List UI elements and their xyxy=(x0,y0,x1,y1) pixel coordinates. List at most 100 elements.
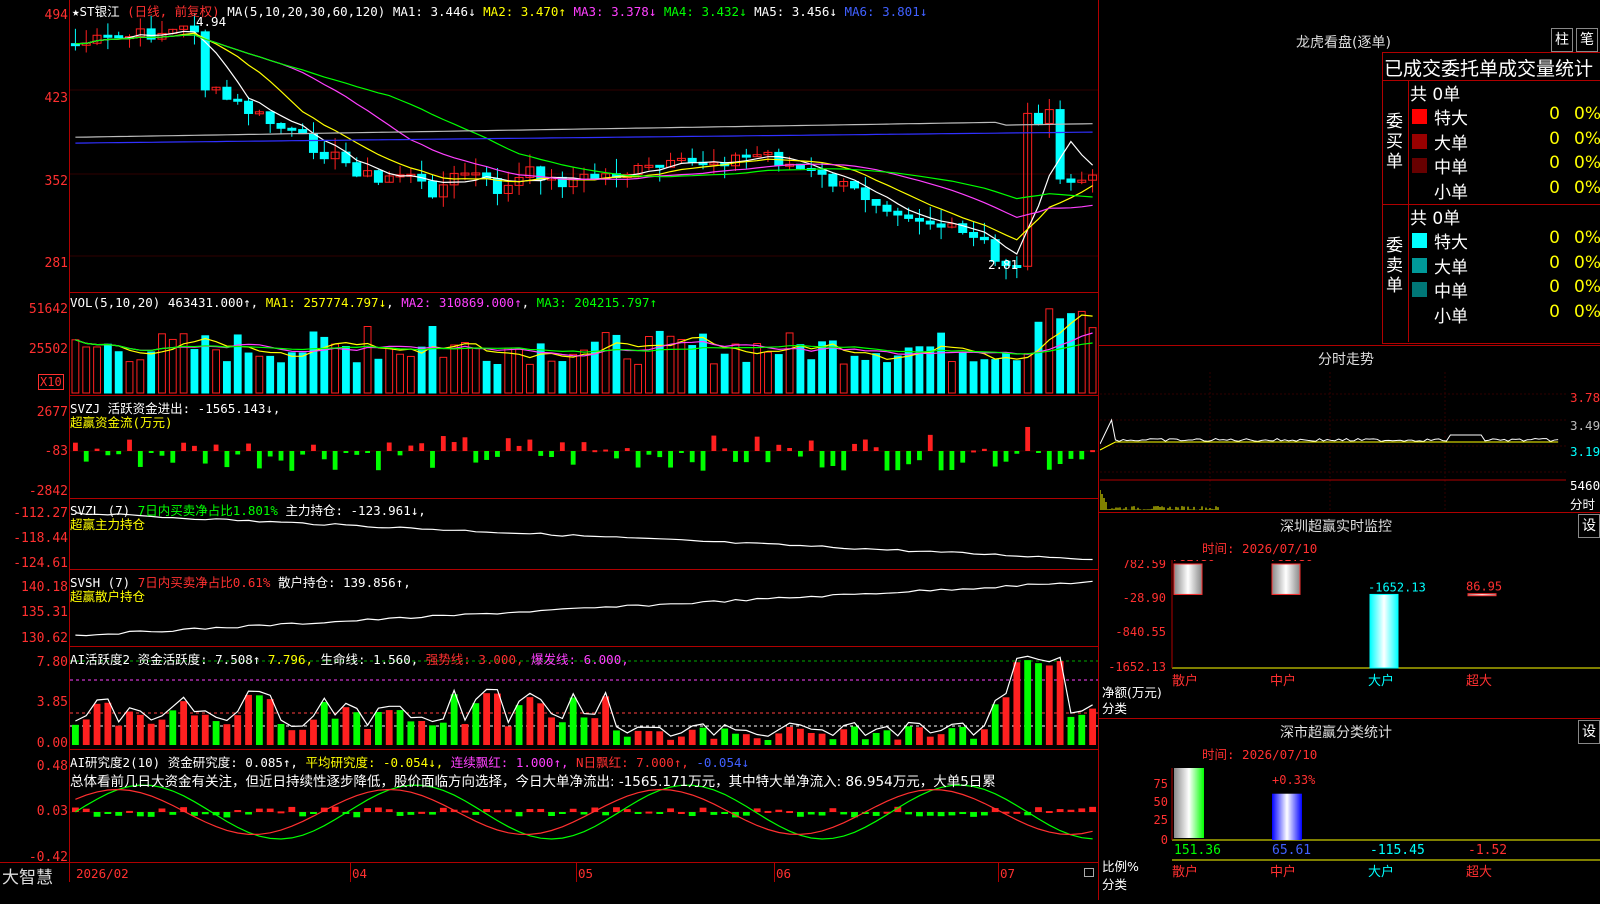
volume-bar xyxy=(569,353,578,394)
ai-research-bar xyxy=(418,811,426,814)
volume-bar xyxy=(255,355,264,394)
ai1-b: 7.796, xyxy=(267,652,314,667)
buy-color-swatch xyxy=(1412,109,1427,124)
ai-activity-bar xyxy=(926,736,934,745)
buy-row-pct: 0% xyxy=(1574,104,1600,124)
sell-row-pct: 0% xyxy=(1574,252,1600,273)
ai-research-bar xyxy=(677,811,685,814)
volume-bar xyxy=(785,332,794,394)
ai-research-bar xyxy=(255,808,263,812)
volume-bar xyxy=(385,347,394,394)
sz-value-label: 782.59 xyxy=(1270,560,1313,564)
sell-color-swatch xyxy=(1412,257,1427,273)
sz-bar xyxy=(1369,593,1399,669)
sz-settings-button[interactable]: 设 xyxy=(1578,514,1600,538)
cl-chart[interactable]: 75 50 25 0 +0.33% 151.36 65.61 -115.45 -1.52 散户 中户… xyxy=(1100,767,1600,900)
svzj-bar xyxy=(1014,451,1020,454)
volume-bar xyxy=(277,362,285,394)
price-chart-svg xyxy=(70,13,1098,280)
tick-mode-button[interactable]: 笔 xyxy=(1576,28,1598,52)
lock-icon[interactable] xyxy=(1084,868,1094,877)
cl-unit1: 比例% xyxy=(1102,859,1139,874)
sell-label: 委卖单 xyxy=(1386,236,1403,296)
right-panel-divider xyxy=(1098,0,1099,900)
ai-research-bar xyxy=(504,809,512,812)
cl-value-label: 151.36 xyxy=(1174,843,1221,858)
svzj-bar xyxy=(657,451,663,458)
sz-value-label: 86.95 xyxy=(1466,580,1502,594)
intraday-chart[interactable] xyxy=(1099,372,1566,510)
svzj-bar xyxy=(94,448,100,451)
buy-row-name: 中单 xyxy=(1434,158,1468,178)
vol-ma2: MA2: 310869.000↑ xyxy=(401,295,522,310)
ai-activity-bar xyxy=(883,730,891,745)
date-axis-bar[interactable] xyxy=(0,862,1098,883)
ai-research-bar xyxy=(299,812,307,817)
main-title: ★ST银江 xyxy=(72,4,120,19)
bar-mode-button[interactable]: 柱 xyxy=(1551,28,1573,52)
ai-research-bar xyxy=(472,812,480,815)
sz-ytick: 782.59 xyxy=(1123,560,1166,571)
ai-research-bar xyxy=(331,806,339,812)
svzj-bar xyxy=(83,451,89,462)
svzj-bar xyxy=(235,451,241,455)
svzj-bar xyxy=(538,451,544,456)
volume-bar xyxy=(190,349,199,394)
ai-activity-bar xyxy=(1045,665,1053,745)
ai-activity-bar xyxy=(840,729,848,745)
candle-body xyxy=(904,214,914,219)
volume-bar xyxy=(331,343,340,394)
ai-activity-bar xyxy=(1067,716,1075,745)
svzj-bar xyxy=(559,442,565,451)
candle-body xyxy=(1055,109,1065,180)
svzj-bar xyxy=(927,434,933,451)
svzj-bar xyxy=(343,451,349,453)
ai-research-bar xyxy=(93,812,101,817)
ai-activity-bar xyxy=(807,732,815,745)
ai-research-bar xyxy=(429,812,436,815)
candle-body xyxy=(1033,112,1043,124)
ai2-b: 平均研究度: -0.054↓, xyxy=(305,755,444,770)
sell-color-swatch xyxy=(1412,233,1427,248)
svzj-bar xyxy=(365,451,370,453)
ai-activity-bar xyxy=(342,707,350,745)
candle-body xyxy=(925,220,935,225)
svzj-bar xyxy=(733,451,738,462)
volume-bar xyxy=(406,355,415,394)
svzj-bar xyxy=(581,442,587,451)
sell-row-count: 0 xyxy=(1549,228,1560,248)
volume-bar xyxy=(709,363,718,394)
sz-bar xyxy=(1173,563,1203,595)
ai-activity-bar xyxy=(786,726,794,745)
volume-bar xyxy=(125,361,134,394)
ai-activity-bar xyxy=(429,725,436,745)
volume-bar xyxy=(82,346,91,394)
sell-row-pct: 0% xyxy=(1574,228,1600,248)
volume-bar xyxy=(1056,318,1065,394)
ma60-line xyxy=(75,121,1093,138)
high-price-label: 4.94 xyxy=(196,14,227,29)
cl-settings-button[interactable]: 设 xyxy=(1578,720,1600,744)
svzj-bar xyxy=(841,451,847,471)
candle-body xyxy=(308,133,318,153)
ai1-ytick: 0.00 xyxy=(36,736,68,751)
svzj-bar xyxy=(895,451,901,471)
ai-activity-bar xyxy=(948,728,956,745)
ai-research-bar xyxy=(775,809,783,812)
ai-activity-bar xyxy=(288,730,296,745)
ai-research-bar xyxy=(483,808,491,812)
cl-value-label: -115.45 xyxy=(1370,843,1425,858)
svzj-bar xyxy=(700,451,706,471)
price-chart-panel[interactable] xyxy=(70,0,1098,293)
volume-bar xyxy=(796,344,805,394)
ai-activity-bar xyxy=(970,738,977,745)
ai-activity-bar xyxy=(245,694,252,745)
svzj-bar xyxy=(992,451,998,467)
sz-chart[interactable]: 782.59 -28.90 -840.55 -1652.13 782.59 782.59 -… xyxy=(1100,550,1600,689)
ai-activity-bar xyxy=(136,714,144,745)
sell-row-name: 大单 xyxy=(1434,257,1468,278)
candle-body xyxy=(871,199,881,206)
ai-activity-bar xyxy=(710,738,718,745)
ai-activity-bar xyxy=(396,710,404,745)
svsh-ytick: 130.62 xyxy=(21,631,68,646)
